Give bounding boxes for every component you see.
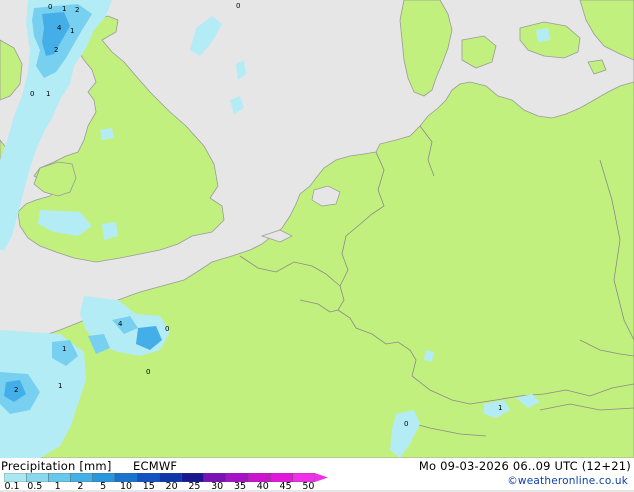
color-scale-tick-label: 0.1 [4, 481, 20, 492]
copyright-link[interactable]: ©weatheronline.co.uk [507, 475, 628, 487]
precip-label: 2 [54, 46, 59, 54]
color-scale-tick-label: 5 [100, 481, 107, 492]
precip-label: 0 [48, 3, 53, 11]
precip-label: 1 [62, 345, 67, 353]
color-scale-tick-label: 30 [211, 481, 224, 492]
precip-label: 1 [498, 404, 503, 412]
map-window: 0 1 2 4 1 2 0 1 4 0 0 1 2 1 0 1 0 Precip… [0, 0, 634, 492]
precip-label: 0 [165, 325, 170, 333]
precip-label: 4 [57, 24, 62, 32]
color-scale-tick-label: 25 [188, 481, 201, 492]
precipitation-map [0, 0, 634, 458]
precip-label: 1 [46, 90, 51, 98]
model-name: ECMWF [133, 459, 178, 473]
precip-label: 1 [62, 5, 67, 13]
color-scale-tick-label: 15 [142, 481, 155, 492]
color-scale-tick-label: 0.5 [27, 481, 43, 492]
precip-label: 0 [236, 2, 241, 10]
precip-label: 0 [404, 420, 409, 428]
color-scale-tick-label: 20 [165, 481, 178, 492]
precip-label: 1 [70, 27, 75, 35]
color-scale-tick-label: 45 [279, 481, 292, 492]
precip-label: 2 [75, 6, 80, 14]
color-scale-tick-label: 10 [119, 481, 133, 492]
precip-label: 1 [58, 382, 63, 390]
color-scale-tick-label: 50 [302, 481, 315, 492]
precip-label: 0 [146, 368, 151, 376]
color-scale-tick-label: 40 [256, 481, 269, 492]
legend-title: Precipitation [mm] [1, 459, 112, 473]
color-scale-tick-label: 35 [233, 481, 247, 492]
precip-label: 4 [118, 320, 123, 328]
precip-label: 2 [14, 386, 19, 394]
color-scale-tick-label: 2 [77, 481, 84, 492]
color-scale-tick-label: 1 [54, 481, 61, 492]
valid-time: Mo 09-03-2026 06..09 UTC (12+21) [418, 459, 631, 473]
precip-label: 0 [30, 90, 35, 98]
